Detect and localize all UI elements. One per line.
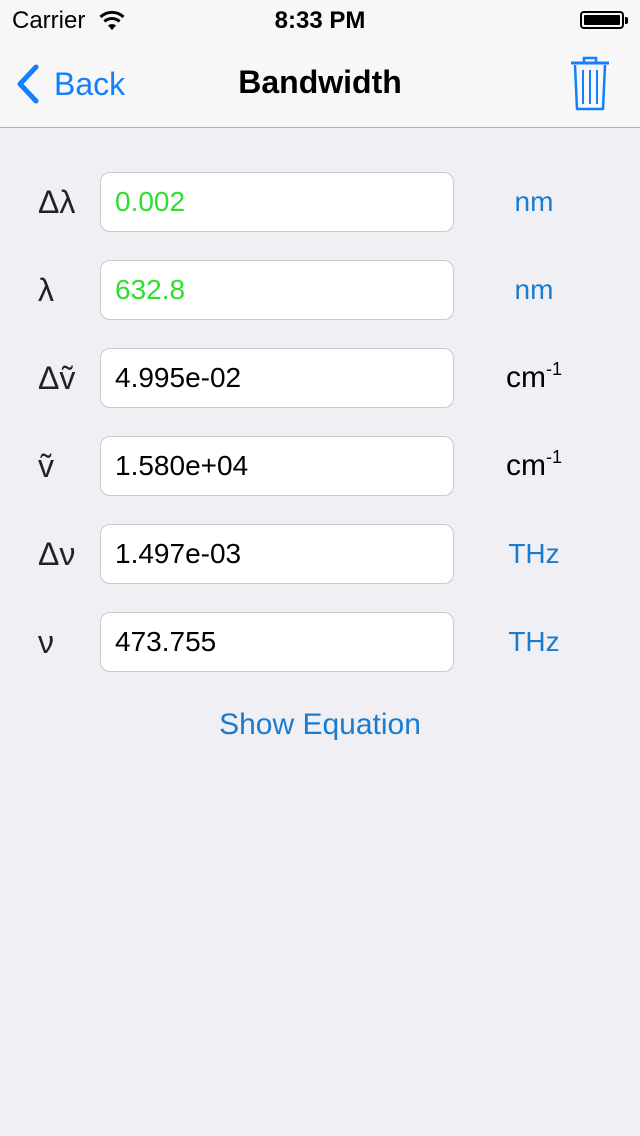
wavenumber-input[interactable]: 1.580e+04 [100, 436, 454, 496]
row-nu: ν 473.755 THz [0, 612, 640, 672]
delta-lambda-input[interactable]: 0.002 [100, 172, 454, 232]
lambda-symbol: λ [38, 272, 54, 308]
navigation-bar: Back Bandwidth [0, 40, 640, 128]
row-delta-lambda: Δλ 0.002 nm [0, 172, 640, 232]
page-title: Bandwidth [238, 64, 402, 100]
nu-input[interactable]: 473.755 [100, 612, 454, 672]
unit-base: cm [505, 361, 546, 394]
unit-exponent: -1 [545, 447, 562, 467]
row-delta-nu: Δν 1.497e-03 THz [0, 524, 640, 584]
show-equation-button[interactable]: Show Equation [0, 708, 640, 742]
delta-nu-input[interactable]: 1.497e-03 [100, 524, 454, 584]
wavenumber-symbol: ṽ [38, 448, 54, 484]
row-wavenumber: ṽ 1.580e+04 cm-1 [0, 436, 640, 496]
row-lambda: λ 632.8 nm [0, 260, 640, 320]
row-delta-wavenumber: Δṽ 4.995e-02 cm-1 [0, 348, 640, 408]
nu-unit-button[interactable]: THz [470, 612, 598, 672]
trash-icon[interactable] [568, 56, 612, 112]
nu-symbol: ν [38, 624, 54, 660]
delta-nu-unit-button[interactable]: THz [470, 524, 598, 584]
delta-wavenumber-unit: cm-1 [470, 348, 598, 408]
status-bar: Carrier 8:33 PM [0, 0, 640, 40]
lambda-input[interactable]: 632.8 [100, 260, 454, 320]
status-time: 8:33 PM [274, 7, 366, 34]
wavenumber-unit: cm-1 [470, 436, 598, 496]
delta-wavenumber-symbol: Δṽ [38, 360, 76, 396]
delta-wavenumber-input[interactable]: 4.995e-02 [100, 348, 454, 408]
delta-lambda-symbol: Δλ [38, 184, 76, 220]
unit-base: cm [505, 449, 546, 482]
delta-lambda-unit-button[interactable]: nm [470, 172, 598, 232]
battery-icon [580, 11, 628, 29]
lambda-unit-button[interactable]: nm [470, 260, 598, 320]
delta-nu-symbol: Δν [38, 536, 76, 572]
unit-exponent: -1 [545, 359, 562, 379]
